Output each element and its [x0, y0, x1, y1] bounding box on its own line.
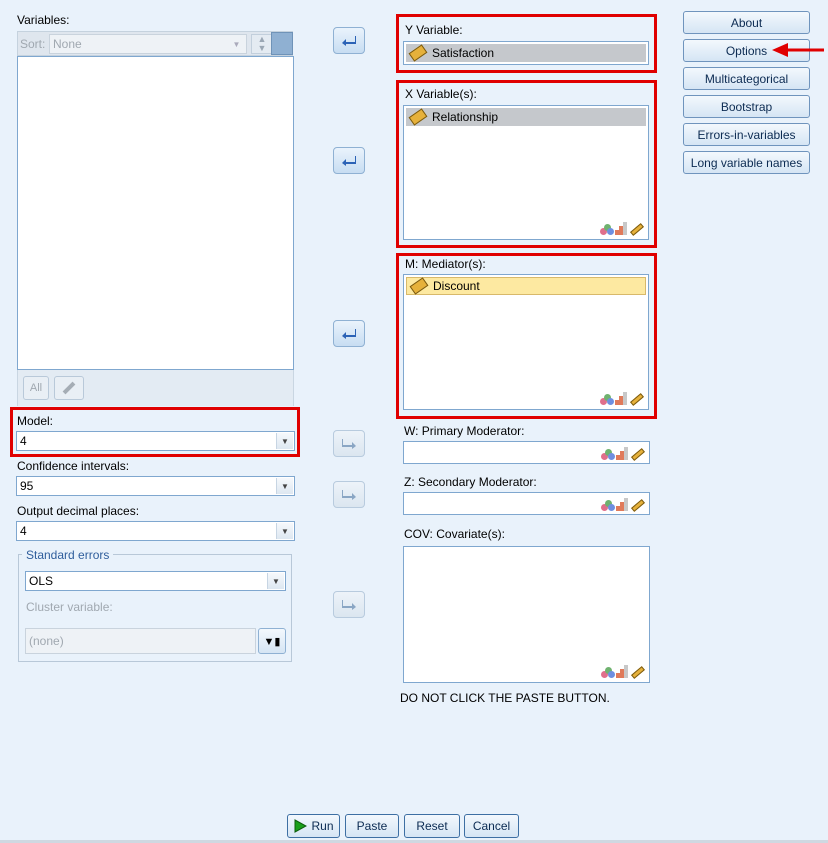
- covariates-label: COV: Covariate(s):: [404, 527, 505, 541]
- sort-label: Sort:: [20, 37, 46, 51]
- x-variable-item[interactable]: Relationship: [406, 108, 646, 126]
- y-variable-label: Y Variable:: [405, 23, 463, 37]
- scale-icon: [408, 108, 428, 126]
- nominal-icon: [601, 449, 615, 461]
- nominal-icon: [601, 667, 615, 679]
- measure-level-icons: [600, 222, 644, 236]
- ci-combo[interactable]: 95 ▼: [16, 476, 295, 496]
- cluster-picker-icon[interactable]: ▼▮: [258, 628, 286, 654]
- move-to-w-button[interactable]: [333, 430, 365, 457]
- reset-button[interactable]: Reset: [404, 814, 460, 838]
- model-value: 4: [20, 434, 27, 448]
- annotation-arrow-icon: [772, 43, 824, 57]
- long-variable-names-button[interactable]: Long variable names: [683, 151, 810, 174]
- decimals-combo[interactable]: 4 ▼: [16, 521, 295, 541]
- ordinal-icon: [616, 447, 630, 461]
- variables-listbox[interactable]: [17, 56, 294, 370]
- ordinal-icon: [615, 392, 629, 406]
- move-to-y-button[interactable]: [333, 27, 365, 54]
- paste-button[interactable]: Paste: [345, 814, 399, 838]
- cluster-label: Cluster variable:: [26, 600, 113, 614]
- x-variables-label: X Variable(s):: [405, 87, 477, 101]
- scale-icon: [630, 393, 644, 406]
- arrow-right-icon: [342, 489, 356, 500]
- decimals-label: Output decimal places:: [17, 504, 140, 518]
- std-errors-combo[interactable]: OLS ▼: [25, 571, 286, 591]
- std-errors-value: OLS: [29, 574, 54, 588]
- mediators-box[interactable]: Discount: [403, 274, 649, 410]
- standard-errors-legend: Standard errors: [22, 548, 114, 562]
- ordinal-icon: [616, 665, 630, 679]
- measure-level-icons: [601, 498, 645, 512]
- z-moderator-box[interactable]: [403, 492, 650, 515]
- z-moderator-label: Z: Secondary Moderator:: [404, 475, 537, 489]
- model-label: Model:: [17, 414, 54, 428]
- nominal-icon: [601, 500, 615, 512]
- chevron-down-icon: ▼: [276, 523, 293, 539]
- play-icon: [294, 819, 308, 833]
- arrow-right-icon: [342, 599, 356, 610]
- sort-bar: Sort: None ▼ ▲ ▼: [17, 31, 293, 56]
- move-to-m-button[interactable]: [333, 320, 365, 347]
- x-variables-box[interactable]: Relationship: [403, 105, 649, 240]
- w-moderator-box[interactable]: [403, 441, 650, 464]
- y-variable-item[interactable]: Satisfaction: [406, 44, 646, 62]
- pencil-icon[interactable]: [54, 376, 84, 400]
- x-item-label: Relationship: [432, 110, 499, 124]
- all-button[interactable]: All: [23, 376, 49, 400]
- scale-icon: [630, 223, 644, 236]
- chevron-down-icon: ▼: [276, 478, 293, 494]
- sort-value: None: [53, 37, 82, 51]
- y-variable-box[interactable]: Satisfaction: [403, 41, 649, 65]
- sort-combo[interactable]: None ▼: [49, 34, 247, 54]
- sort-order-icon[interactable]: ▲ ▼: [251, 34, 273, 54]
- ci-value: 95: [20, 479, 34, 493]
- arrow-left-icon: [342, 155, 356, 166]
- chevron-down-icon: ▼: [276, 433, 293, 449]
- nominal-icon: [600, 224, 614, 236]
- variable-list-icon[interactable]: [271, 32, 293, 55]
- chevron-down-icon: ▼: [232, 39, 241, 49]
- nominal-icon: [600, 394, 614, 406]
- paste-warning-note: DO NOT CLICK THE PASTE BUTTON.: [400, 691, 610, 705]
- ordinal-icon: [616, 498, 630, 512]
- covariates-box[interactable]: [403, 546, 650, 683]
- ci-label: Confidence intervals:: [17, 459, 130, 473]
- variables-toolbar: All: [17, 370, 294, 406]
- cancel-button[interactable]: Cancel: [464, 814, 519, 838]
- model-combo[interactable]: 4 ▼: [16, 431, 295, 451]
- arrow-left-icon: [342, 328, 356, 339]
- multicategorical-button[interactable]: Multicategorical: [683, 67, 810, 90]
- move-to-cov-button[interactable]: [333, 591, 365, 618]
- scale-icon: [409, 277, 429, 295]
- m-item-label: Discount: [433, 279, 480, 293]
- measure-level-icons: [601, 447, 645, 461]
- chevron-down-icon: ▼: [267, 573, 284, 589]
- run-label: Run: [311, 819, 334, 833]
- y-item-label: Satisfaction: [432, 46, 495, 60]
- measure-level-icons: [600, 392, 644, 406]
- move-to-z-button[interactable]: [333, 481, 365, 508]
- mediators-label: M: Mediator(s):: [405, 257, 486, 271]
- cluster-value: (none): [29, 634, 64, 648]
- arrow-left-icon: [342, 35, 356, 46]
- w-moderator-label: W: Primary Moderator:: [404, 424, 525, 438]
- decimals-value: 4: [20, 524, 27, 538]
- move-to-x-button[interactable]: [333, 147, 365, 174]
- cluster-field: (none): [25, 628, 256, 654]
- mediator-item[interactable]: Discount: [406, 277, 646, 295]
- measure-level-icons: [601, 665, 645, 679]
- errors-in-variables-button[interactable]: Errors-in-variables: [683, 123, 810, 146]
- variables-label: Variables:: [17, 13, 70, 27]
- scale-icon: [408, 44, 428, 62]
- ordinal-icon: [615, 222, 629, 236]
- run-button[interactable]: Run: [287, 814, 340, 838]
- scale-icon: [631, 448, 645, 461]
- scale-icon: [631, 499, 645, 512]
- arrow-right-icon: [342, 438, 356, 449]
- about-button[interactable]: About: [683, 11, 810, 34]
- scale-icon: [631, 666, 645, 679]
- bootstrap-button[interactable]: Bootstrap: [683, 95, 810, 118]
